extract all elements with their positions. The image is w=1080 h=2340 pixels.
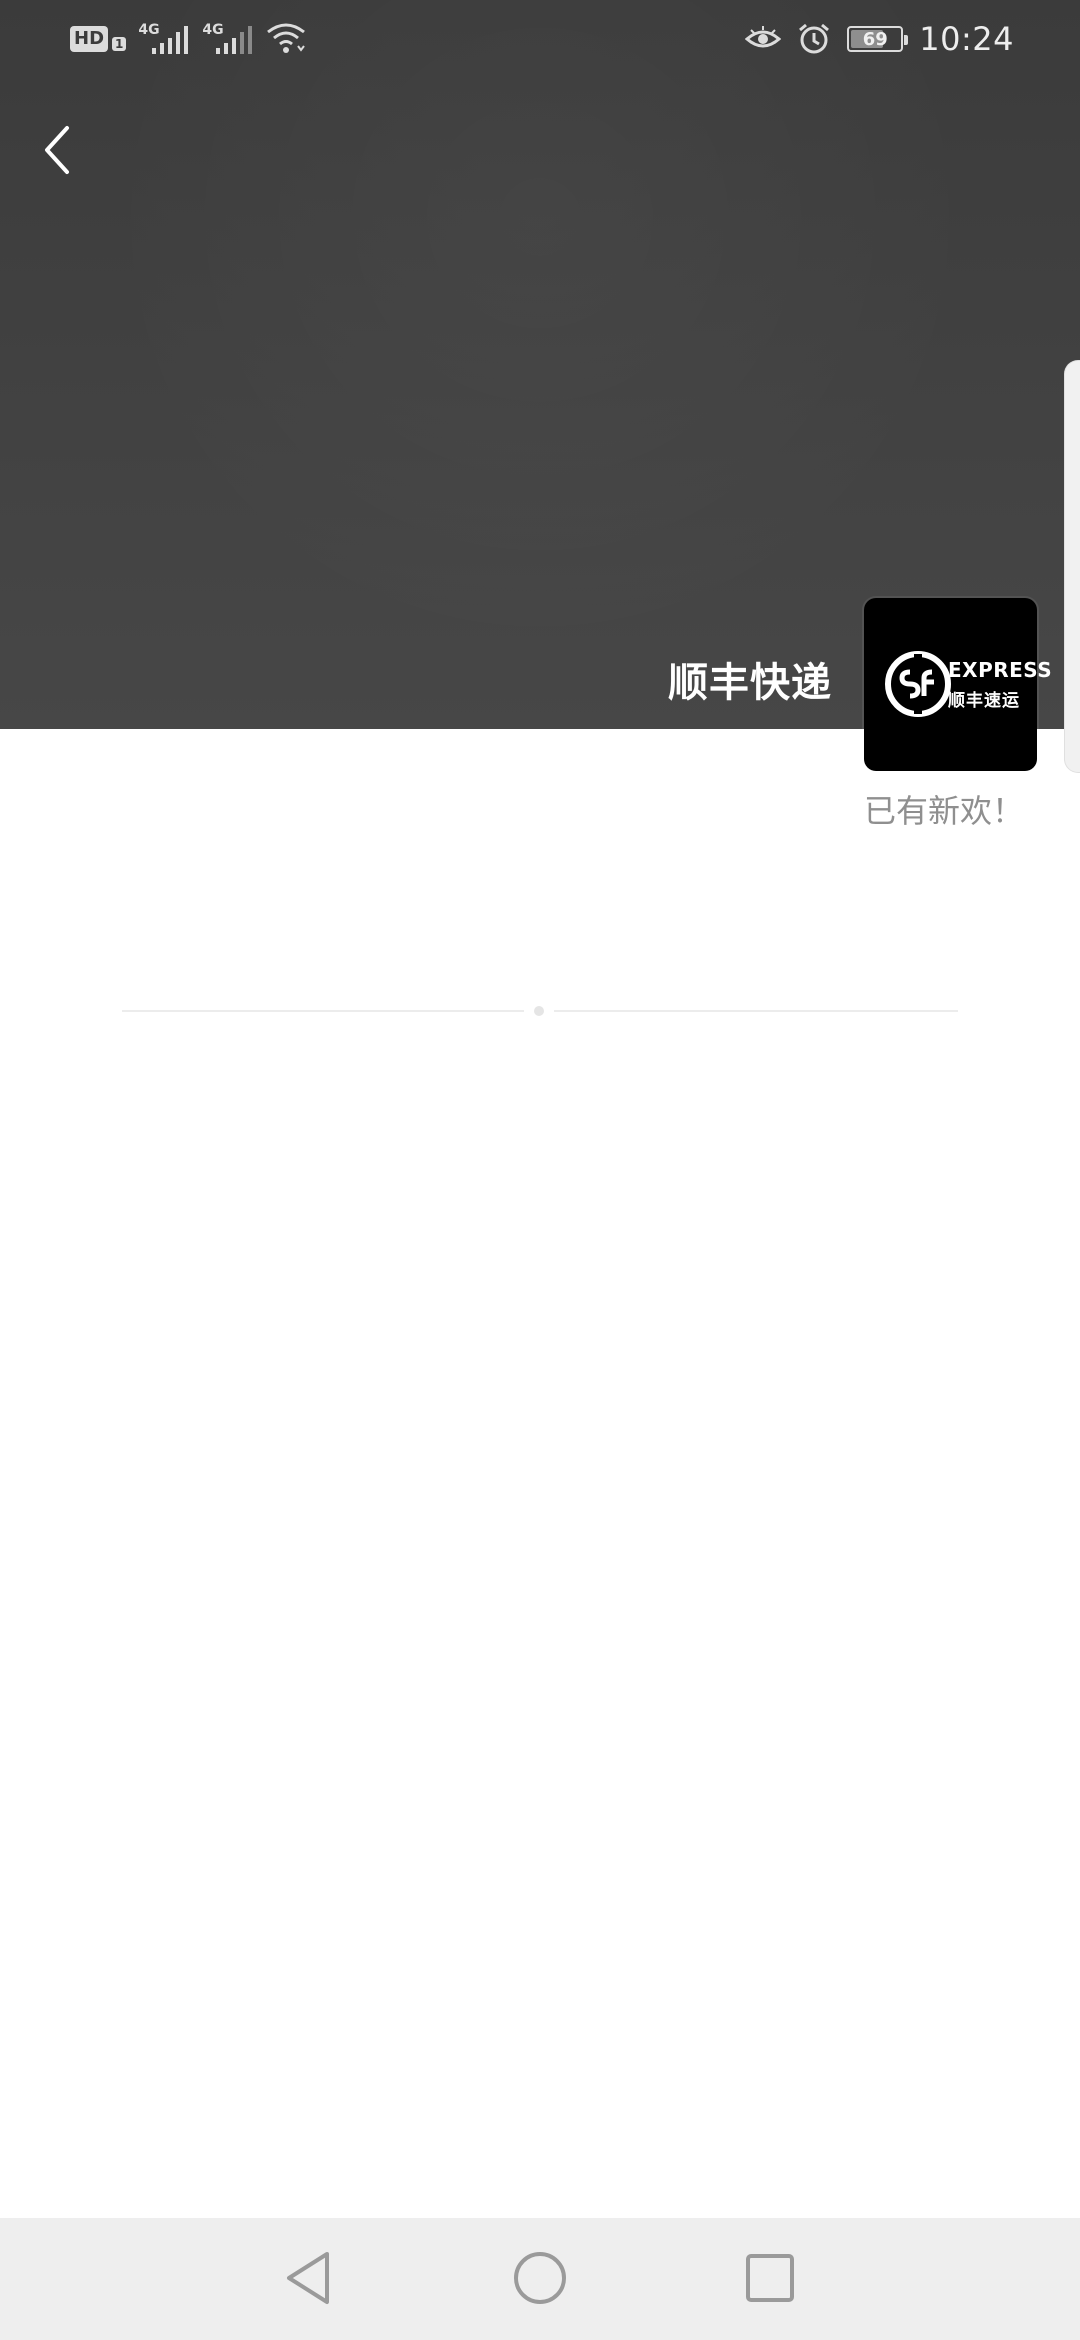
logo-express-text: EXPRESS bbox=[948, 658, 1053, 682]
content-divider bbox=[122, 1006, 958, 1016]
logo-text: EXPRESS 顺丰速运 bbox=[948, 658, 1052, 711]
nav-back-button[interactable] bbox=[272, 2242, 344, 2314]
divider-line-right bbox=[554, 1010, 958, 1012]
signal-bars-icon bbox=[216, 26, 253, 54]
nav-home-button[interactable] bbox=[504, 2242, 576, 2314]
signal-bars-icon bbox=[152, 26, 189, 54]
sim-index: 1 bbox=[112, 37, 127, 51]
battery-level: 69 bbox=[862, 28, 888, 50]
side-scroll-handle[interactable] bbox=[1064, 360, 1080, 773]
screen: HD 1 4G 4G 69 10:24 顺丰快递 EXPRESS 顺丰速运 已有… bbox=[0, 0, 1080, 2340]
status-left: HD 1 4G 4G bbox=[70, 22, 306, 56]
divider-dot bbox=[534, 1006, 544, 1016]
alarm-icon bbox=[799, 23, 830, 54]
back-triangle-icon bbox=[287, 2252, 329, 2304]
brand-logo[interactable]: EXPRESS 顺丰速运 bbox=[864, 598, 1052, 771]
back-button[interactable] bbox=[26, 120, 86, 180]
hd-volte-icon: HD 1 bbox=[70, 26, 127, 52]
battery-icon: 69 bbox=[847, 26, 909, 52]
divider-line-left bbox=[122, 1010, 524, 1012]
system-nav-bar bbox=[0, 2218, 1080, 2340]
status-bar: HD 1 4G 4G 69 10:24 bbox=[0, 0, 1080, 90]
sf-logo-mark-icon bbox=[885, 651, 951, 717]
page-title: 顺丰快递 bbox=[668, 660, 832, 706]
nav-recents-button[interactable] bbox=[734, 2242, 806, 2314]
home-circle-icon bbox=[514, 2252, 566, 2304]
status-right: 69 10:24 bbox=[745, 20, 1014, 58]
chevron-left-icon bbox=[45, 126, 69, 174]
eye-comfort-icon bbox=[745, 26, 782, 48]
wifi-icon bbox=[267, 23, 306, 53]
profile-tagline: 已有新欢！ bbox=[863, 792, 1024, 830]
clock: 10:24 bbox=[919, 20, 1014, 58]
logo-cn-text: 顺丰速运 bbox=[948, 691, 1020, 711]
sim1-signal-icon: 4G bbox=[138, 22, 190, 56]
sim2-signal-icon: 4G bbox=[202, 22, 254, 56]
hd-label: HD bbox=[70, 26, 109, 52]
recents-square-icon bbox=[746, 2254, 794, 2302]
